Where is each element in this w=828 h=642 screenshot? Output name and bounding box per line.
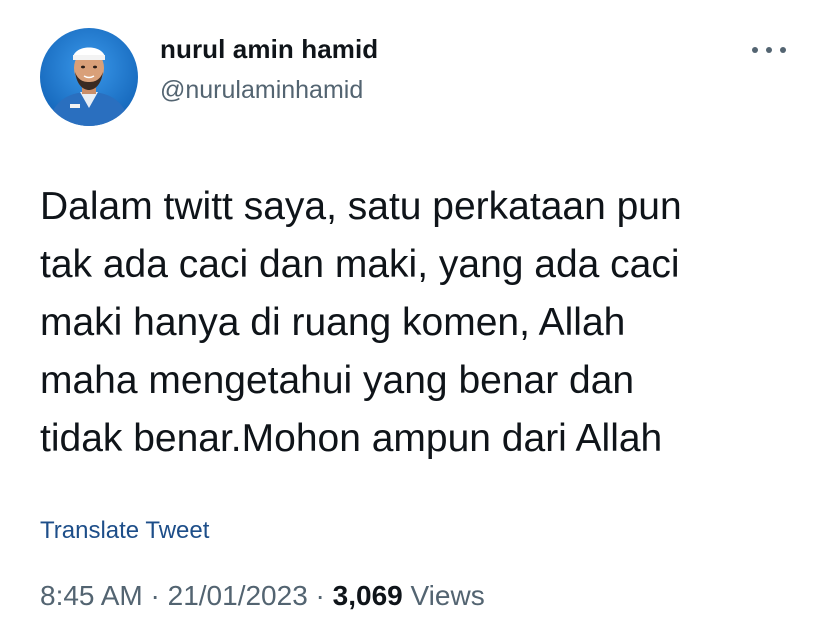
author-handle[interactable]: @nurulaminhamid (160, 76, 363, 105)
tweet-text: Dalam twitt saya, satu perkataan pun tak… (40, 178, 800, 468)
profile-photo-icon (40, 28, 138, 126)
tweet-text-line: tak ada caci dan maki, yang ada caci (40, 243, 680, 286)
views-label: Views (410, 580, 485, 611)
separator: · (315, 580, 325, 611)
tweet-metadata: 8:45 AM · 21/01/2023 · 3,069 Views (40, 580, 485, 612)
translate-tweet-link[interactable]: Translate Tweet (40, 517, 209, 545)
dot-icon (752, 47, 758, 53)
dot-icon (766, 47, 772, 53)
tweet-text-line: tidak benar.Mohon ampun dari Allah (40, 417, 663, 460)
views-count: 3,069 (332, 580, 403, 611)
separator: · (150, 580, 160, 611)
tweet-text-line: Dalam twitt saya, satu perkataan pun (40, 185, 682, 228)
tweet-card: nurul amin hamid @nurulaminhamid Dalam t… (0, 0, 828, 642)
tweet-date[interactable]: 21/01/2023 (168, 580, 308, 611)
author-display-name[interactable]: nurul amin hamid (160, 34, 378, 65)
tweet-text-line: maki hanya di ruang komen, Allah (40, 301, 626, 344)
more-options-icon[interactable] (752, 40, 786, 60)
tweet-time[interactable]: 8:45 AM (40, 580, 143, 611)
tweet-text-line: maha mengetahui yang benar dan (40, 359, 635, 402)
dot-icon (780, 47, 786, 53)
avatar[interactable] (40, 28, 138, 126)
